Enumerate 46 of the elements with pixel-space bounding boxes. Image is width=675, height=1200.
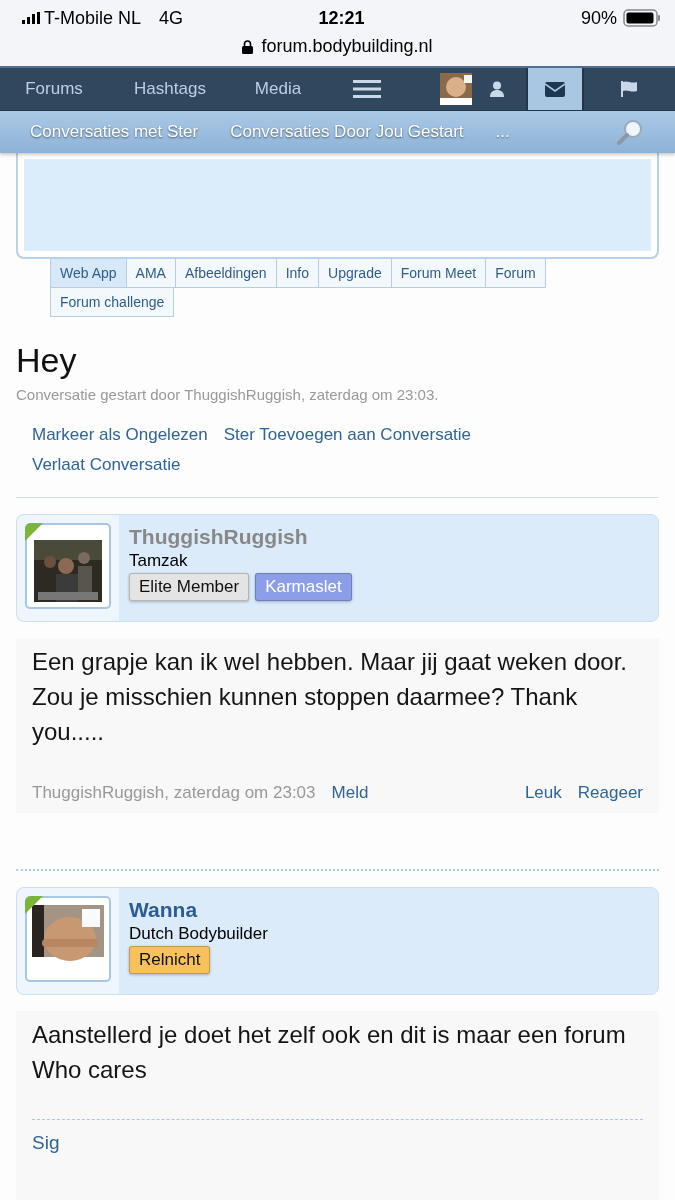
battery-percent: 90% bbox=[580, 7, 617, 29]
category-tab[interactable]: AMA bbox=[125, 259, 176, 288]
nav-tab[interactable]: Hashtags bbox=[116, 68, 224, 110]
category-tab[interactable]: Upgrade bbox=[318, 259, 392, 288]
user-title: Dutch Bodybuilder bbox=[129, 924, 268, 944]
online-indicator-icon bbox=[25, 523, 43, 541]
conversation-action-link[interactable]: Verlaat Conversatie bbox=[32, 455, 181, 475]
signature-link[interactable]: Sig bbox=[32, 1132, 60, 1153]
search-icon[interactable] bbox=[617, 119, 643, 145]
username[interactable]: Wanna bbox=[129, 898, 268, 922]
user-rank-label: Elite Member bbox=[129, 573, 250, 601]
post-action-link[interactable]: Leuk bbox=[524, 783, 562, 803]
address-text[interactable]: forum.bodybuilding.nl bbox=[261, 36, 433, 57]
signal-icon bbox=[22, 12, 40, 24]
report-link[interactable]: Meld bbox=[331, 783, 369, 803]
user-icon bbox=[490, 81, 504, 97]
lock-icon bbox=[242, 39, 254, 54]
online-indicator-icon bbox=[25, 896, 43, 914]
conversation-action-link[interactable]: Ster Toevoegen aan Conversatie bbox=[223, 425, 472, 445]
post-meta: ThuggishRuggish, zaterdag om 23:03 bbox=[32, 783, 316, 803]
clock: 12:21 bbox=[318, 7, 365, 29]
post-action-link[interactable]: Reageer bbox=[577, 783, 643, 803]
message-text: Een grapje kan ik wel hebben. Maar jij gaat weken door. Zou je misschien kunnen stoppen daarmee? Thank you..... bbox=[32, 647, 629, 747]
inbox-button[interactable] bbox=[526, 68, 582, 110]
carrier-name: T-Mobile NL bbox=[44, 7, 142, 29]
conversation-title: Hey bbox=[16, 341, 78, 380]
user-title: Tamzak bbox=[129, 551, 189, 571]
category-tab[interactable]: Forum bbox=[485, 259, 546, 288]
flag-icon bbox=[620, 81, 639, 97]
user-rank-label: Relnicht bbox=[129, 946, 211, 974]
user-rank-label: Karmaslet bbox=[255, 573, 352, 601]
nav-tab[interactable]: Media bbox=[224, 68, 332, 110]
battery-icon bbox=[623, 9, 661, 27]
nav-tab[interactable]: Forums bbox=[18, 68, 90, 110]
category-tab[interactable]: Web App bbox=[50, 259, 127, 288]
conversation-action-link[interactable]: Markeer als Ongelezen bbox=[32, 425, 208, 445]
network-type: 4G bbox=[159, 7, 184, 29]
category-tab[interactable]: Afbeeldingen bbox=[174, 259, 277, 288]
message-text: Aanstellerd je doet het zelf ook en dit is maar een forum bbox=[32, 1020, 627, 1050]
category-tab[interactable]: Forum Meet bbox=[390, 259, 487, 288]
category-tab[interactable]: Forum challenge bbox=[50, 288, 175, 317]
category-tab[interactable]: Info bbox=[275, 259, 319, 288]
message-text: Who cares bbox=[32, 1055, 148, 1085]
conversation-byline: Conversatie gestart door ThuggishRuggish, zaterdag om 23:03. bbox=[16, 386, 440, 403]
envelope-icon bbox=[545, 81, 565, 97]
menu-icon bbox=[353, 80, 381, 98]
